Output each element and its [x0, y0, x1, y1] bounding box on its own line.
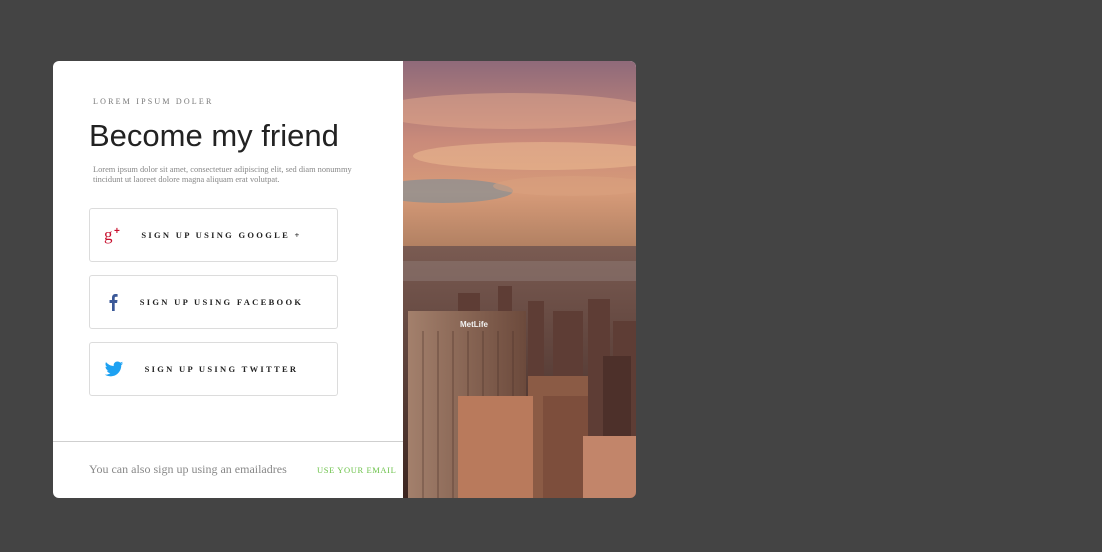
facebook-signup-button[interactable]: SIGN UP USING FACEBOOK — [89, 275, 338, 329]
building-sign: MetLife — [460, 320, 489, 329]
twitter-signup-button[interactable]: SIGN UP USING TWITTER — [89, 342, 338, 396]
use-email-link[interactable]: USE YOUR EMAIL — [317, 465, 396, 475]
footer-text: You can also sign up using an emailadres — [89, 462, 287, 476]
twitter-signup-label: SIGN UP USING TWITTER — [144, 364, 299, 374]
city-photo: MetLife — [403, 61, 636, 498]
signup-card: LOREM IPSUM DOLER Become my friend Lorem… — [53, 61, 636, 498]
google-signup-label: SIGN UP USING GOOGLE + — [141, 230, 302, 240]
page-title: Become my friend — [89, 118, 339, 153]
signup-panel: LOREM IPSUM DOLER Become my friend Lorem… — [53, 61, 403, 498]
footer-divider — [53, 441, 403, 442]
description-text: Lorem ipsum dolor sit amet, consectetuer… — [93, 165, 352, 184]
eyebrow-text: LOREM IPSUM DOLER — [93, 97, 214, 106]
facebook-signup-label: SIGN UP USING FACEBOOK — [139, 297, 304, 307]
google-signup-button[interactable]: g + SIGN UP USING GOOGLE + — [89, 208, 338, 262]
